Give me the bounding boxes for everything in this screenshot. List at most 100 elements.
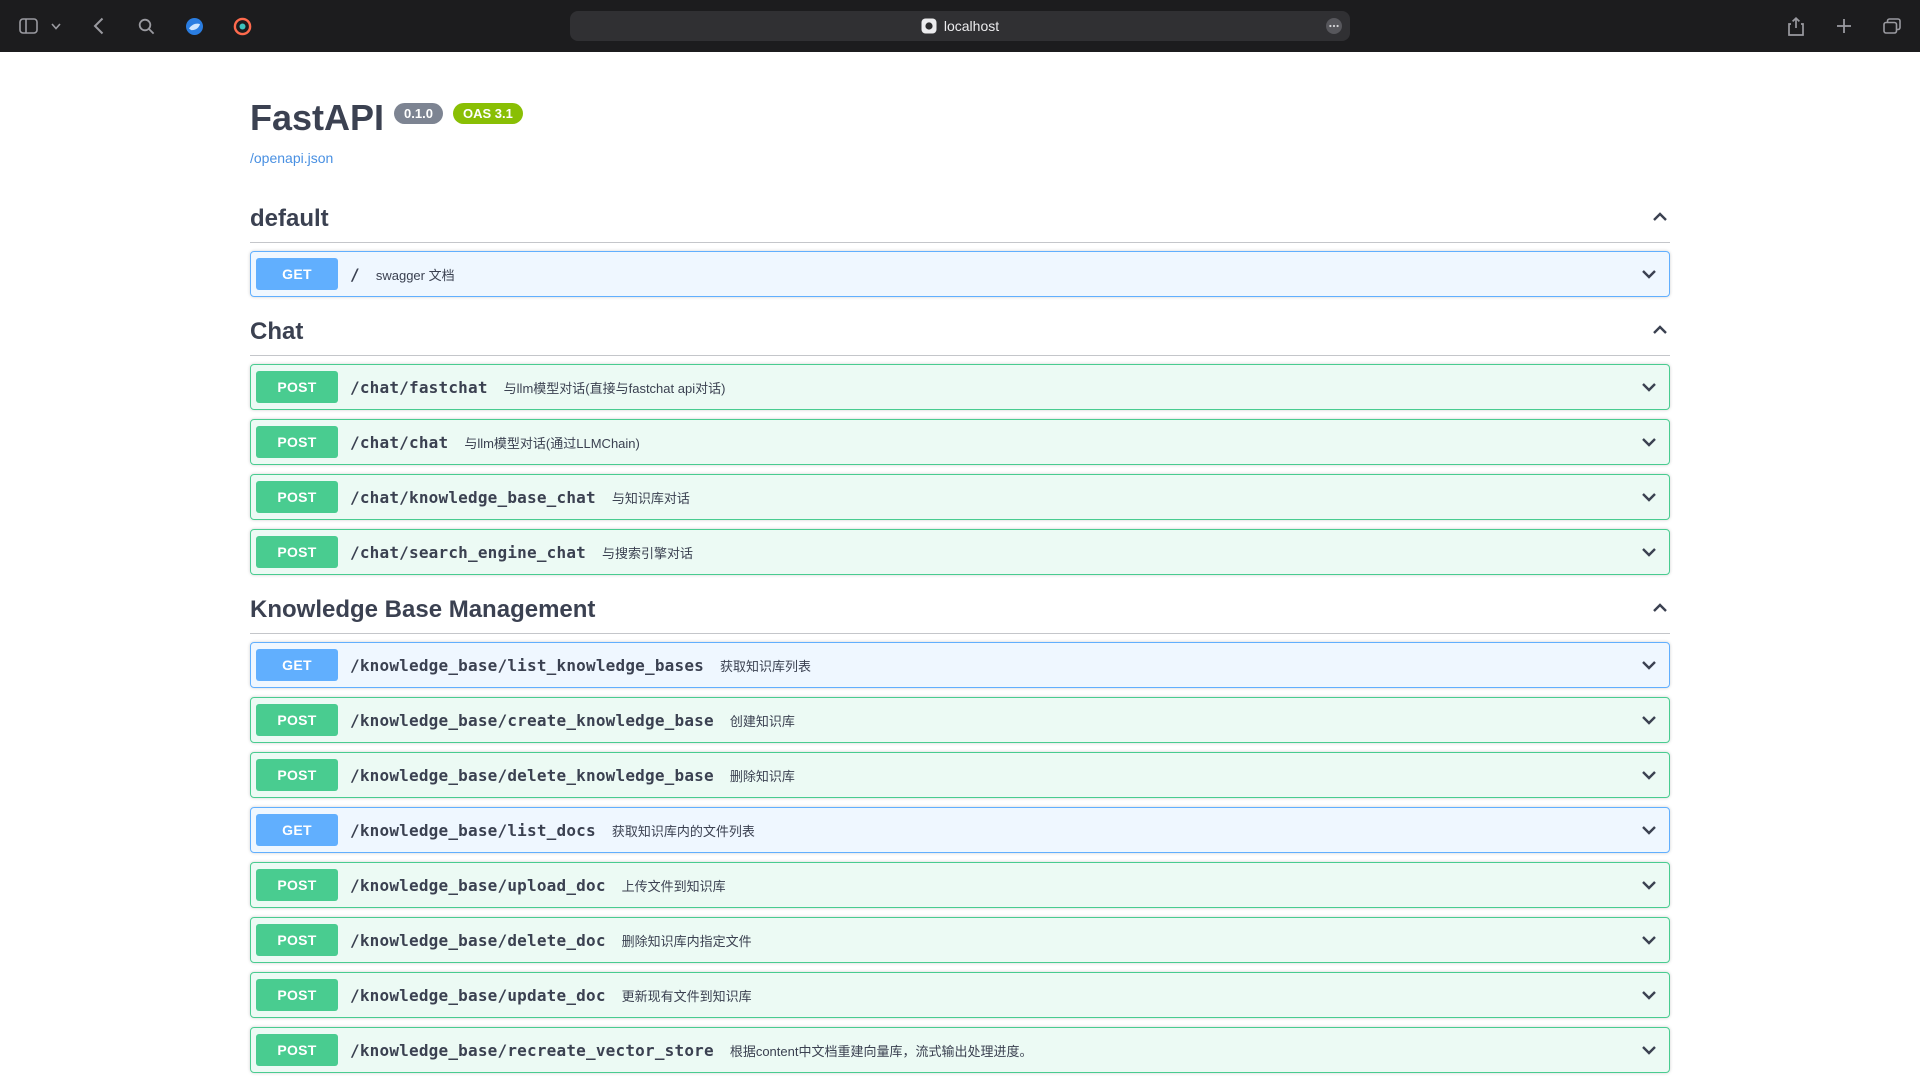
- chevron-down-icon[interactable]: [1639, 930, 1659, 950]
- section-header[interactable]: default: [250, 194, 1670, 243]
- toolbar-left-group: [16, 14, 254, 38]
- endpoint-description: 获取知识库列表: [720, 656, 811, 675]
- api-info: FastAPI 0.1.0 OAS 3.1 /openapi.json: [250, 96, 1670, 168]
- endpoint-path: /knowledge_base/upload_doc: [350, 876, 606, 895]
- endpoint-path: /: [350, 265, 360, 284]
- opblock-row[interactable]: POST /knowledge_base/update_doc 更新现有文件到知…: [250, 972, 1670, 1018]
- chevron-down-icon[interactable]: [1639, 377, 1659, 397]
- browser-toolbar: localhost: [0, 0, 1920, 52]
- opblock-row[interactable]: GET /knowledge_base/list_knowledge_bases…: [250, 642, 1670, 688]
- chevron-down-icon[interactable]: [1639, 487, 1659, 507]
- section-title: default: [250, 204, 329, 234]
- method-badge: POST: [256, 924, 338, 956]
- section-header[interactable]: Chat: [250, 307, 1670, 356]
- method-badge: POST: [256, 759, 338, 791]
- endpoint-path: /knowledge_base/delete_knowledge_base: [350, 766, 714, 785]
- endpoint-description: 与llm模型对话(通过LLMChain): [464, 433, 640, 452]
- method-badge: POST: [256, 426, 338, 458]
- opblock-row[interactable]: POST /knowledge_base/upload_doc 上传文件到知识库: [250, 862, 1670, 908]
- section-default: default GET / swagger 文档: [250, 194, 1670, 307]
- method-badge: POST: [256, 371, 338, 403]
- chevron-up-icon[interactable]: [1650, 207, 1670, 232]
- endpoint-description: 上传文件到知识库: [622, 876, 726, 895]
- share-icon[interactable]: [1784, 14, 1808, 38]
- endpoint-path: /knowledge_base/recreate_vector_store: [350, 1041, 714, 1060]
- endpoint-path: /chat/fastchat: [350, 378, 488, 397]
- chevron-down-icon[interactable]: [1639, 655, 1659, 675]
- endpoint-description: 获取知识库内的文件列表: [612, 821, 755, 840]
- chevron-up-icon[interactable]: [1650, 598, 1670, 623]
- method-badge: GET: [256, 814, 338, 846]
- oas-badge: OAS 3.1: [453, 103, 523, 124]
- chevron-down-icon[interactable]: [1639, 985, 1659, 1005]
- chevron-down-icon[interactable]: [1639, 264, 1659, 284]
- method-badge: GET: [256, 258, 338, 290]
- endpoint-path: /knowledge_base/delete_doc: [350, 931, 606, 950]
- site-icon: [921, 18, 937, 34]
- endpoint-path: /chat/chat: [350, 433, 448, 452]
- section-knowledge-base: Knowledge Base Management GET /knowledge…: [250, 585, 1670, 1080]
- method-badge: POST: [256, 1034, 338, 1066]
- openapi-json-link[interactable]: /openapi.json: [250, 150, 333, 166]
- endpoint-path: /knowledge_base/list_docs: [350, 821, 596, 840]
- opblock-row[interactable]: POST /chat/fastchat 与llm模型对话(直接与fastchat…: [250, 364, 1670, 410]
- endpoint-description: 根据content中文档重建向量库，流式输出处理进度。: [730, 1041, 1033, 1060]
- endpoint-description: 与llm模型对话(直接与fastchat api对话): [504, 378, 726, 397]
- endpoint-description: swagger 文档: [376, 265, 455, 284]
- swagger-page: FastAPI 0.1.0 OAS 3.1 /openapi.json defa…: [230, 96, 1690, 1080]
- endpoint-path: /knowledge_base/list_knowledge_bases: [350, 656, 704, 675]
- endpoint-description: 删除知识库: [730, 766, 795, 785]
- opblock-row[interactable]: POST /chat/knowledge_base_chat 与知识库对话: [250, 474, 1670, 520]
- endpoint-description: 删除知识库内指定文件: [622, 931, 752, 950]
- bird-app-icon[interactable]: [182, 14, 206, 38]
- method-badge: POST: [256, 481, 338, 513]
- back-icon[interactable]: [86, 14, 110, 38]
- opblock-row[interactable]: POST /chat/search_engine_chat 与搜索引擎对话: [250, 529, 1670, 575]
- url-text: localhost: [944, 18, 999, 34]
- chevron-down-icon[interactable]: [1639, 432, 1659, 452]
- method-badge: POST: [256, 869, 338, 901]
- method-badge: POST: [256, 704, 338, 736]
- toolbar-right-group: [1784, 14, 1904, 38]
- record-icon[interactable]: [230, 14, 254, 38]
- opblock-row[interactable]: POST /knowledge_base/delete_doc 删除知识库内指定…: [250, 917, 1670, 963]
- endpoint-path: /chat/search_engine_chat: [350, 543, 586, 562]
- chevron-down-icon[interactable]: [1639, 1040, 1659, 1060]
- version-badge: 0.1.0: [394, 103, 443, 124]
- tab-overview-icon[interactable]: [1880, 14, 1904, 38]
- chevron-down-icon[interactable]: [1639, 542, 1659, 562]
- url-field[interactable]: localhost: [570, 11, 1350, 41]
- chevron-down-icon[interactable]: [1639, 820, 1659, 840]
- chevron-down-icon[interactable]: [1639, 765, 1659, 785]
- search-icon[interactable]: [134, 14, 158, 38]
- method-badge: POST: [256, 979, 338, 1011]
- chevron-down-icon[interactable]: [1639, 710, 1659, 730]
- opblock-row[interactable]: POST /knowledge_base/create_knowledge_ba…: [250, 697, 1670, 743]
- section-chat: Chat POST /chat/fastchat 与llm模型对话(直接与fas…: [250, 307, 1670, 585]
- method-badge: GET: [256, 649, 338, 681]
- opblock-row[interactable]: POST /chat/chat 与llm模型对话(通过LLMChain): [250, 419, 1670, 465]
- opblock-row[interactable]: GET / swagger 文档: [250, 251, 1670, 297]
- page-title: FastAPI: [250, 96, 384, 140]
- endpoint-path: /knowledge_base/update_doc: [350, 986, 606, 1005]
- endpoint-description: 与搜索引擎对话: [602, 543, 693, 562]
- section-header[interactable]: Knowledge Base Management: [250, 585, 1670, 634]
- endpoint-description: 与知识库对话: [612, 488, 690, 507]
- sidebar-toggle-icon[interactable]: [16, 14, 40, 38]
- section-title: Knowledge Base Management: [250, 595, 595, 625]
- endpoint-path: /knowledge_base/create_knowledge_base: [350, 711, 714, 730]
- opblock-row[interactable]: POST /knowledge_base/delete_knowledge_ba…: [250, 752, 1670, 798]
- endpoint-path: /chat/knowledge_base_chat: [350, 488, 596, 507]
- endpoint-description: 创建知识库: [730, 711, 795, 730]
- endpoint-description: 更新现有文件到知识库: [622, 986, 752, 1005]
- chevron-down-icon[interactable]: [50, 14, 62, 38]
- chevron-down-icon[interactable]: [1639, 875, 1659, 895]
- chevron-up-icon[interactable]: [1650, 320, 1670, 345]
- section-title: Chat: [250, 317, 303, 347]
- opblock-row[interactable]: POST /knowledge_base/recreate_vector_sto…: [250, 1027, 1670, 1073]
- page-settings-icon[interactable]: [1325, 17, 1343, 35]
- method-badge: POST: [256, 536, 338, 568]
- site-identity: localhost: [921, 18, 999, 34]
- opblock-row[interactable]: GET /knowledge_base/list_docs 获取知识库内的文件列…: [250, 807, 1670, 853]
- new-tab-icon[interactable]: [1832, 14, 1856, 38]
